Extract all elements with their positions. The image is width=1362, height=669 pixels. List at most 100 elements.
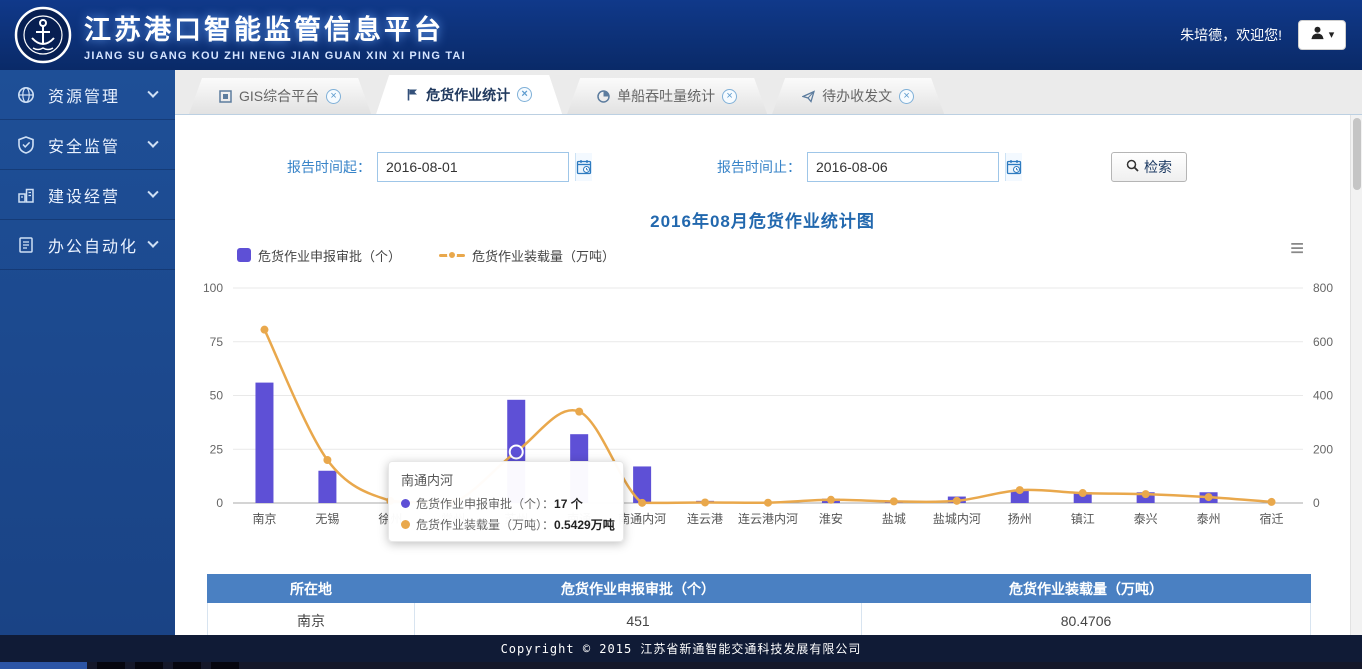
- app-title: 江苏港口智能监管信息平台: [84, 8, 466, 47]
- app-title-block: 江苏港口智能监管信息平台 JIANG SU GANG KOU ZHI NENG …: [84, 8, 466, 62]
- table-row: 南京 451 80.4706: [208, 603, 1311, 636]
- taskbar[interactable]: [0, 662, 1362, 669]
- tab-gis-platform[interactable]: GIS综合平台 ×: [189, 78, 371, 114]
- gis-map-icon: [219, 90, 232, 103]
- tab-label: 单船吞吐量统计: [617, 86, 715, 106]
- table-cell-location: 南京: [208, 603, 415, 636]
- app-header: 江苏港口智能监管信息平台 JIANG SU GANG KOU ZHI NENG …: [0, 0, 1362, 70]
- taskbar-item[interactable]: [173, 662, 201, 669]
- chevron-down-icon: [147, 236, 158, 247]
- tab-dangerous-cargo-stats[interactable]: 危货作业统计 ×: [376, 75, 562, 114]
- svg-text:200: 200: [1313, 442, 1333, 456]
- table-cell-load: 80.4706: [862, 603, 1311, 636]
- search-button[interactable]: 检索: [1111, 152, 1187, 182]
- calendar-icon[interactable]: [1005, 153, 1022, 181]
- line-series-bullet-icon: [401, 520, 410, 529]
- table-header-load: 危货作业装载量（万吨）: [862, 575, 1311, 603]
- chevron-down-icon: [147, 186, 158, 197]
- resource-management-icon: [16, 85, 36, 105]
- scrollbar-thumb[interactable]: [1353, 118, 1361, 190]
- report-end-date-input[interactable]: [808, 153, 1005, 181]
- svg-text:600: 600: [1313, 335, 1333, 349]
- svg-text:扬州: 扬州: [1008, 511, 1032, 526]
- svg-text:盐城: 盐城: [882, 512, 906, 526]
- sidebar-item-construction-operation[interactable]: 建设经营: [0, 170, 175, 220]
- chart-area[interactable]: 02550751000200400600800南京无锡徐州常州苏州南通南通内河连…: [183, 268, 1348, 540]
- pie-chart-icon: [597, 90, 610, 103]
- report-start-date-input[interactable]: [378, 153, 575, 181]
- content-panel: 报告时间起： 报告时间止：: [175, 115, 1350, 635]
- svg-text:0: 0: [216, 496, 223, 510]
- tab-close-icon[interactable]: ×: [899, 89, 914, 104]
- search-icon: [1126, 159, 1139, 175]
- taskbar-start-segment[interactable]: [0, 662, 87, 669]
- legend-item-bar-series[interactable]: 危货作业申报审批（个）: [237, 246, 401, 265]
- bar-series-bullet-icon: [401, 499, 410, 508]
- tab-close-icon[interactable]: ×: [722, 89, 737, 104]
- sidebar-item-office-automation[interactable]: 办公自动化: [0, 220, 175, 270]
- tooltip-title: 南通内河: [401, 470, 611, 489]
- svg-text:800: 800: [1313, 281, 1333, 295]
- svg-text:泰州: 泰州: [1197, 512, 1221, 526]
- caret-down-icon: ▾: [1329, 30, 1335, 41]
- flag-icon: [406, 88, 419, 101]
- chart-toolbox-menu-icon[interactable]: ≡: [1290, 237, 1304, 261]
- copyright-text: Copyright © 2015 江苏省新通智能交通科技发展有限公司: [501, 640, 862, 657]
- svg-text:连云港: 连云港: [687, 511, 723, 526]
- tooltip-row-value: 17 个: [554, 495, 583, 512]
- welcome-text: 朱培德，欢迎您!: [1180, 25, 1282, 45]
- sidebar-item-resource-management[interactable]: 资源管理: [0, 70, 175, 120]
- legend-item-line-series[interactable]: 危货作业装载量（万吨）: [439, 246, 615, 265]
- tooltip-row: 危货作业申报审批（个）： 17 个: [401, 495, 611, 512]
- report-end-date-input-box: [807, 152, 999, 182]
- svg-text:南京: 南京: [252, 511, 276, 526]
- calendar-icon[interactable]: [575, 153, 592, 181]
- sidebar-item-label: 办公自动化: [48, 233, 149, 257]
- table-header-approvals: 危货作业申报审批（个）: [415, 575, 862, 603]
- table-header-location: 所在地: [208, 575, 415, 603]
- statistics-table: 所在地 危货作业申报审批（个） 危货作业装载量（万吨） 南京 451 80.47…: [207, 574, 1311, 635]
- safety-shield-icon: [16, 135, 36, 155]
- tab-label: GIS综合平台: [239, 86, 319, 106]
- tooltip-row-label: 危货作业申报审批（个）：: [416, 495, 554, 512]
- chart-tooltip: 南通内河 危货作业申报审批（个）： 17 个 危货作业装载量（万吨）： 0.54…: [388, 461, 624, 542]
- tab-pending-documents[interactable]: 待办收发文 ×: [772, 78, 944, 114]
- user-menu-button[interactable]: ▾: [1298, 20, 1346, 50]
- vertical-scrollbar[interactable]: [1350, 115, 1362, 635]
- report-start-label: 报告时间起：: [287, 157, 371, 177]
- sidebar-item-label: 安全监管: [48, 133, 149, 157]
- svg-text:盐城内河: 盐城内河: [933, 512, 981, 526]
- tab-vessel-throughput-stats[interactable]: 单船吞吐量统计 ×: [567, 78, 767, 114]
- svg-text:0: 0: [1313, 496, 1320, 510]
- bar-line-chart-canvas[interactable]: 02550751000200400600800南京无锡徐州常州苏州南通南通内河连…: [183, 268, 1348, 540]
- sidebar-item-label: 资源管理: [48, 83, 149, 107]
- legend-label: 危货作业申报审批（个）: [258, 246, 401, 265]
- report-start-date-input-box: [377, 152, 569, 182]
- tab-label: 待办收发文: [822, 86, 892, 106]
- svg-text:宿迁: 宿迁: [1260, 511, 1284, 526]
- page-footer: Copyright © 2015 江苏省新通智能交通科技发展有限公司: [0, 635, 1362, 662]
- tab-close-icon[interactable]: ×: [517, 87, 532, 102]
- report-end-label: 报告时间止：: [717, 157, 801, 177]
- tab-label: 危货作业统计: [426, 85, 510, 105]
- chart-legend: 危货作业申报审批（个） 危货作业装载量（万吨）: [237, 246, 1350, 264]
- main-area: GIS综合平台 × 危货作业统计 × 单船吞吐量统计 ×: [175, 70, 1362, 635]
- legend-line-marker: [439, 248, 465, 262]
- application-window: 江苏港口智能监管信息平台 JIANG SU GANG KOU ZHI NENG …: [0, 0, 1362, 669]
- sidebar-item-safety-supervision[interactable]: 安全监管: [0, 120, 175, 170]
- taskbar-item[interactable]: [135, 662, 163, 669]
- platform-logo: [14, 6, 72, 64]
- office-automation-icon: [16, 235, 36, 255]
- svg-text:50: 50: [210, 389, 224, 403]
- svg-text:25: 25: [210, 442, 224, 456]
- svg-text:400: 400: [1313, 389, 1333, 403]
- taskbar-item[interactable]: [211, 662, 239, 669]
- send-document-icon: [802, 90, 815, 103]
- chart-title: 2016年08月危货作业统计图: [175, 207, 1350, 232]
- svg-text:100: 100: [203, 281, 223, 295]
- chevron-down-icon: [147, 136, 158, 147]
- taskbar-item[interactable]: [97, 662, 125, 669]
- tab-close-icon[interactable]: ×: [326, 89, 341, 104]
- sidebar-nav: 资源管理 安全监管 建设经营 办公自动化: [0, 70, 175, 635]
- table-header-row: 所在地 危货作业申报审批（个） 危货作业装载量（万吨）: [208, 575, 1311, 603]
